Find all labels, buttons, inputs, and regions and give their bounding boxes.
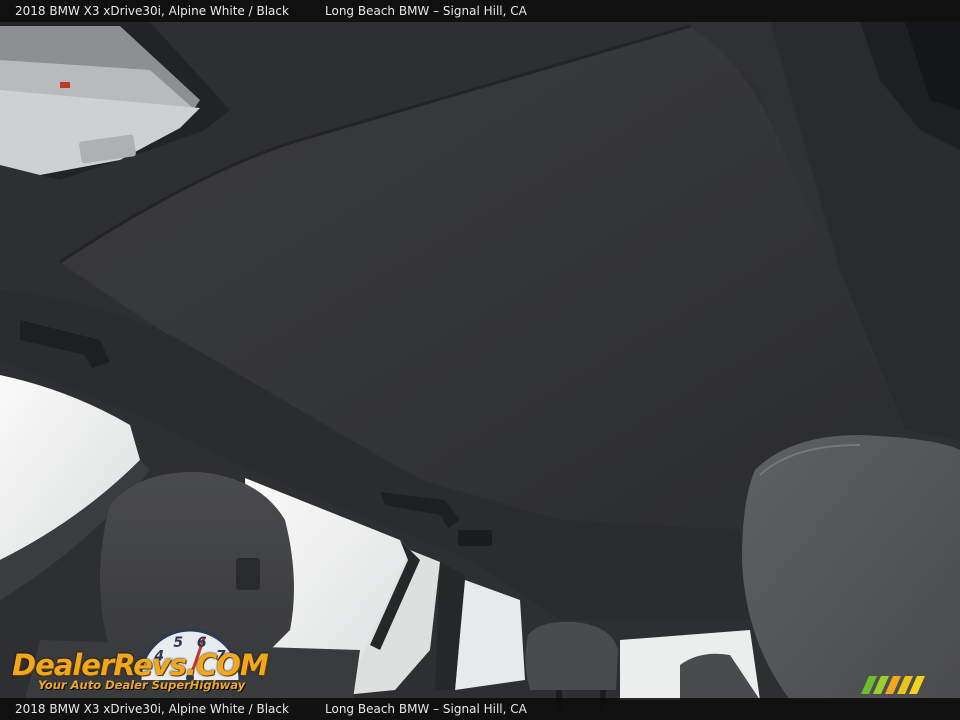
- caption-dealer-text-bottom: Long Beach BMW – Signal Hill, CA: [325, 702, 527, 716]
- dealerrevs-logo-text: DealerRevs.COM: [12, 648, 269, 682]
- caption-vehicle-text: 2018 BMW X3 xDrive30i, Alpine White / Bl…: [15, 4, 289, 18]
- caption-bar-top: 2018 BMW X3 xDrive30i, Alpine White / Bl…: [0, 0, 960, 22]
- photo-frame: 2018 BMW X3 xDrive30i, Alpine White / Bl…: [0, 0, 960, 720]
- caption-dealer-text: Long Beach BMW – Signal Hill, CA: [325, 4, 527, 18]
- logo-domain: .COM: [185, 648, 269, 682]
- caption-vehicle-text-bottom: 2018 BMW X3 xDrive30i, Alpine White / Bl…: [15, 702, 289, 716]
- color-stripes-logo: [861, 676, 925, 694]
- dealerrevs-watermark: 4567 DealerRevs.COM Your Auto Dealer Sup…: [12, 624, 272, 696]
- caption-bar-bottom: 2018 BMW X3 xDrive30i, Alpine White / Bl…: [0, 698, 960, 720]
- rear-center-headrest: [525, 621, 618, 690]
- logo-brand: DealerRevs: [12, 648, 187, 682]
- front-right-headrest: [742, 435, 960, 700]
- logo-tagline: Your Auto Dealer SuperHighway: [38, 678, 246, 692]
- interior-roof-photo: [0, 0, 960, 720]
- rear-light: [458, 530, 492, 546]
